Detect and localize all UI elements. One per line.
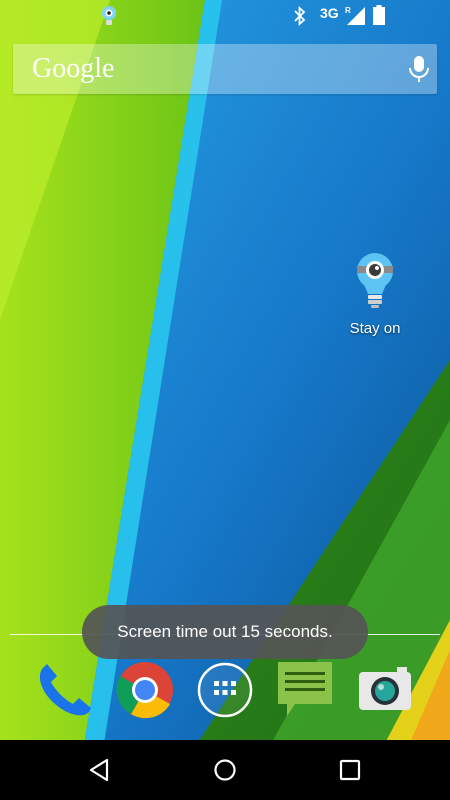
app-drawer-icon bbox=[197, 662, 253, 718]
bluetooth-icon bbox=[294, 6, 306, 26]
network-type-label: 3G bbox=[320, 5, 339, 21]
home-button[interactable] bbox=[210, 755, 240, 785]
toast-message: Screen time out 15 seconds. bbox=[82, 605, 368, 659]
chrome-app[interactable] bbox=[115, 660, 175, 720]
google-logo: Google bbox=[32, 53, 115, 84]
chrome-icon bbox=[116, 662, 173, 719]
messaging-icon bbox=[278, 662, 332, 716]
camera-icon bbox=[359, 667, 411, 710]
microphone-icon[interactable] bbox=[407, 55, 431, 83]
recents-icon bbox=[339, 759, 361, 781]
phone-icon bbox=[39, 664, 91, 716]
signal-icon bbox=[347, 7, 365, 25]
messaging-app[interactable] bbox=[275, 660, 335, 720]
status-bar: 3G R bbox=[0, 0, 450, 32]
stay-on-notification-icon bbox=[102, 6, 116, 25]
back-button[interactable] bbox=[85, 755, 115, 785]
navigation-bar bbox=[0, 740, 450, 800]
back-icon bbox=[89, 758, 109, 782]
recents-button[interactable] bbox=[335, 755, 365, 785]
phone-app[interactable] bbox=[33, 660, 93, 720]
shortcut-label: Stay on bbox=[349, 320, 401, 337]
google-search-widget[interactable]: Google bbox=[13, 44, 437, 94]
lightbulb-eye-icon bbox=[357, 253, 393, 308]
app-drawer-button[interactable] bbox=[195, 660, 255, 720]
stay-on-shortcut[interactable]: Stay on bbox=[335, 252, 415, 342]
camera-app[interactable] bbox=[355, 660, 415, 720]
battery-icon bbox=[373, 5, 385, 25]
home-icon bbox=[214, 759, 236, 781]
